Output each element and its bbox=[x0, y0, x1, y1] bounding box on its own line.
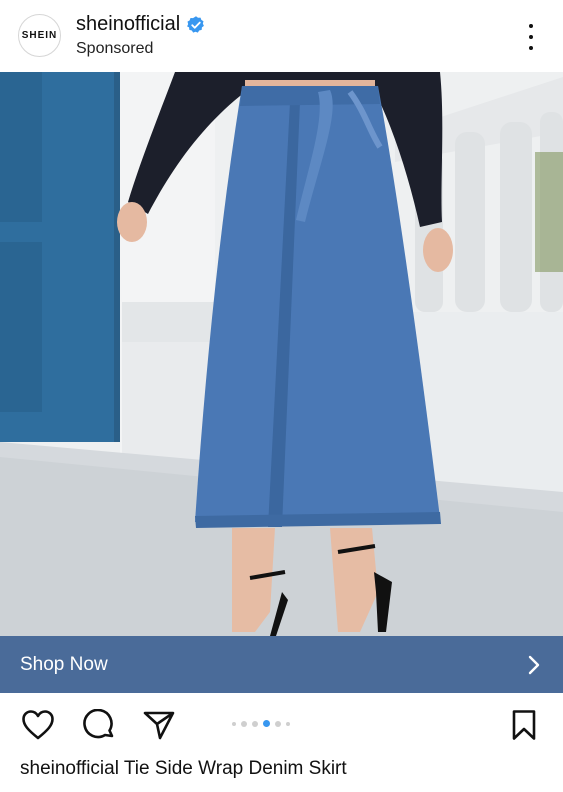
verified-badge-icon bbox=[187, 15, 205, 33]
username-link[interactable]: sheinofficial bbox=[76, 13, 180, 36]
carousel-indicator bbox=[232, 720, 290, 727]
handle-row: sheinofficial bbox=[76, 13, 206, 36]
carousel-dot bbox=[286, 721, 290, 726]
avatar[interactable]: SHEIN bbox=[18, 14, 61, 57]
more-options-icon[interactable] bbox=[519, 24, 543, 50]
carousel-dot bbox=[252, 720, 258, 727]
comment-bubble-icon[interactable] bbox=[82, 708, 116, 741]
caption: sheinofficial Tie Side Wrap Denim Skirt bbox=[20, 758, 347, 780]
bookmark-icon[interactable] bbox=[509, 709, 539, 741]
post-header: SHEIN sheinofficial Sponsored bbox=[0, 0, 563, 72]
chevron-right-icon bbox=[528, 655, 540, 674]
shop-now-button[interactable]: Shop Now bbox=[0, 636, 563, 693]
caption-username[interactable]: sheinofficial bbox=[20, 758, 119, 779]
shop-now-label: Shop Now bbox=[20, 653, 108, 675]
carousel-dot bbox=[241, 720, 247, 727]
paper-plane-icon[interactable] bbox=[142, 709, 176, 741]
carousel-dot-active bbox=[263, 720, 270, 727]
caption-text: Tie Side Wrap Denim Skirt bbox=[123, 758, 347, 779]
post-actions bbox=[0, 693, 563, 755]
carousel-dot bbox=[275, 720, 281, 727]
sponsored-label: Sponsored bbox=[76, 40, 154, 57]
heart-icon[interactable] bbox=[21, 709, 55, 741]
post-image[interactable] bbox=[0, 72, 563, 636]
skirt-photo-illustration bbox=[0, 72, 563, 636]
avatar-logo-text: SHEIN bbox=[21, 30, 58, 41]
carousel-dot bbox=[232, 721, 236, 726]
